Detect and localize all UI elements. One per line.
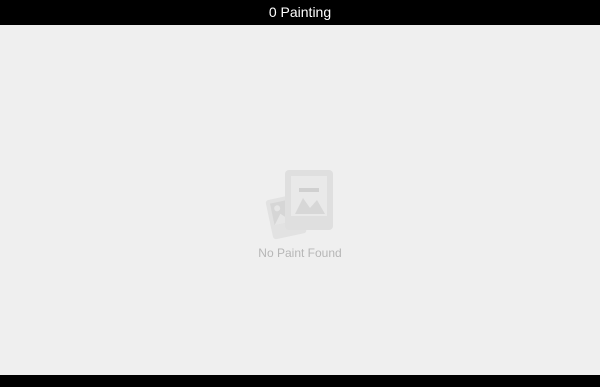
gallery-photos-icon xyxy=(265,170,333,240)
main-content: No Paint Found xyxy=(0,25,600,375)
top-bar: 0 Painting xyxy=(0,0,600,25)
bottom-bar xyxy=(0,375,600,387)
empty-message: No Paint Found xyxy=(258,246,342,260)
page-title: 0 Painting xyxy=(268,4,332,20)
empty-state: No Paint Found xyxy=(0,168,600,268)
